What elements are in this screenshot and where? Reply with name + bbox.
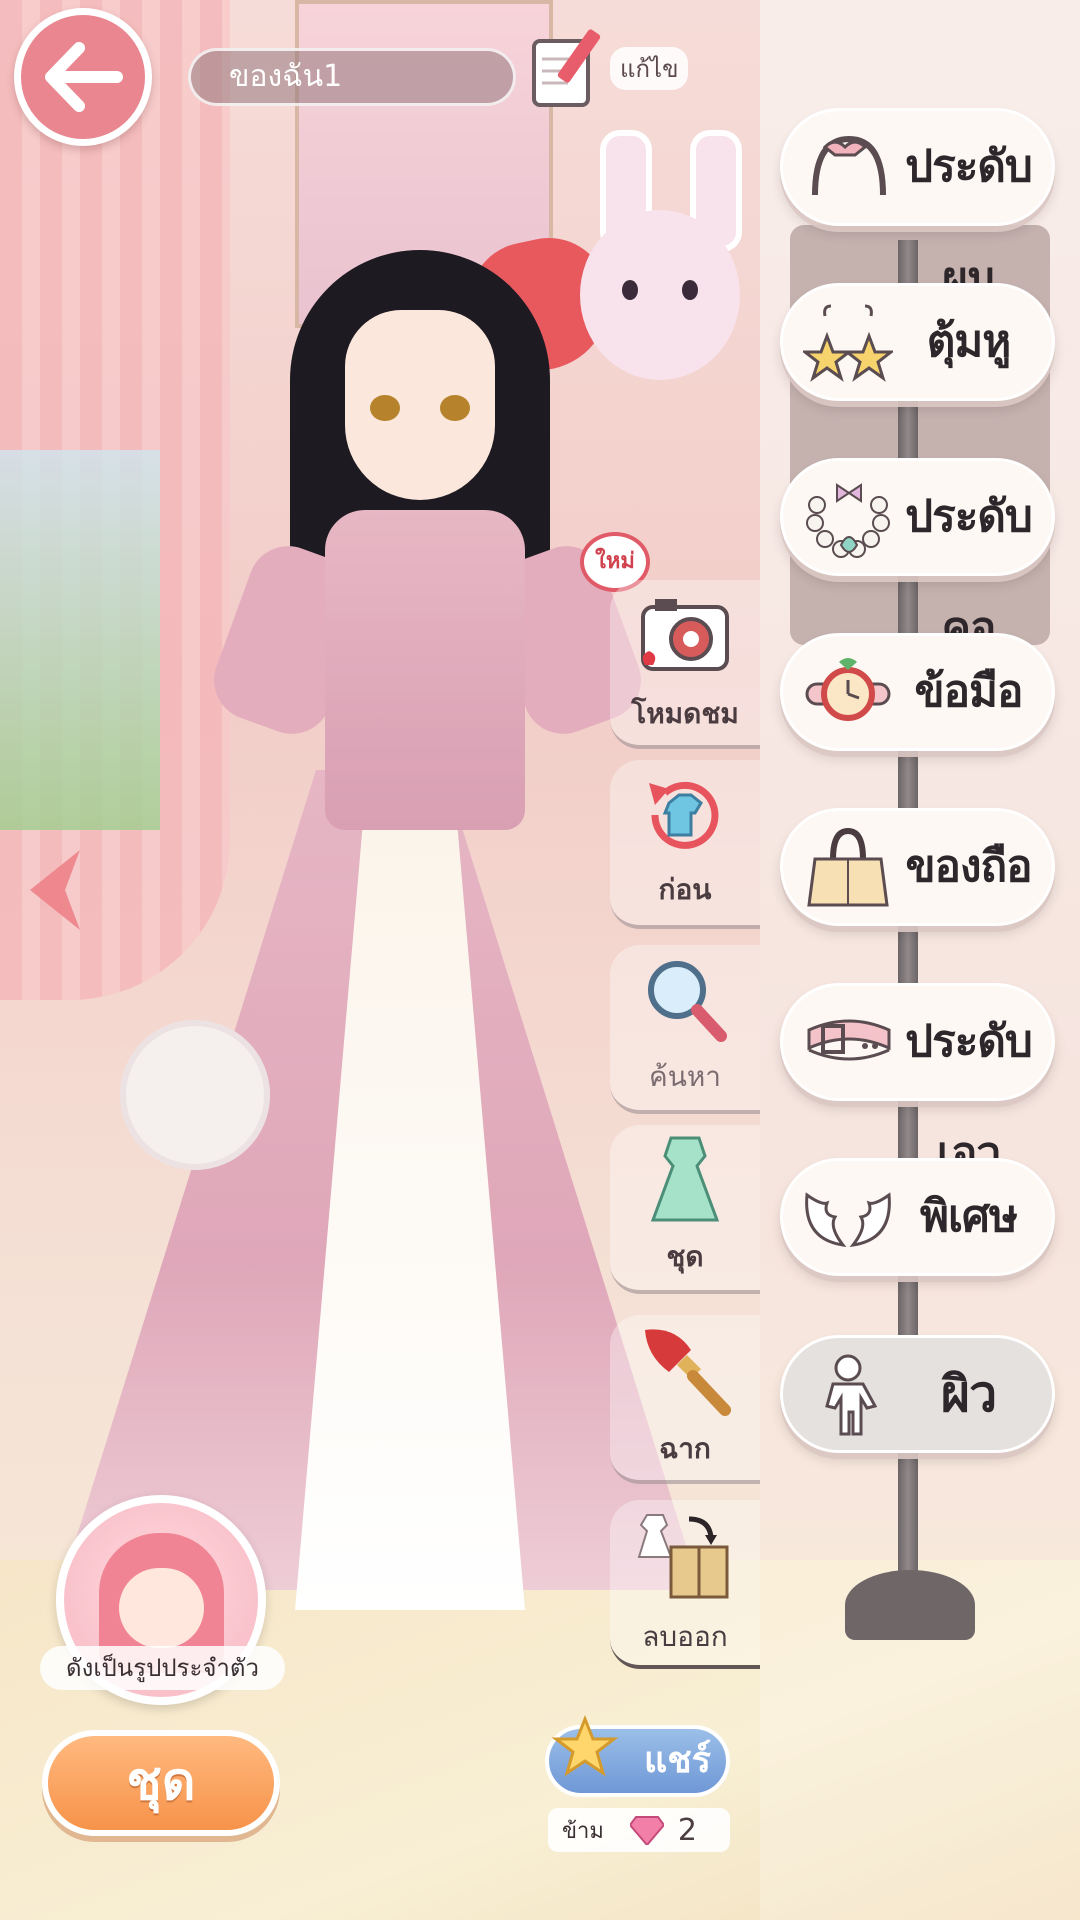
- category-hair-accessory-label: ประดับผม: [905, 141, 1033, 304]
- remove-all-button[interactable]: ลบออก: [610, 1500, 760, 1669]
- arrow-left-icon: [45, 42, 123, 112]
- belt-icon: [807, 1019, 891, 1061]
- back-button[interactable]: [14, 8, 152, 146]
- notepad-pencil-icon: [532, 29, 601, 107]
- character-face: [345, 310, 495, 500]
- handbag-icon: [807, 827, 889, 907]
- category-skin-label: ผิว: [940, 1365, 997, 1423]
- chevron-left-icon[interactable]: [20, 840, 90, 940]
- category-special-label: พิเศษ: [920, 1191, 1018, 1242]
- category-skin[interactable]: ผิว: [780, 1335, 1055, 1453]
- edit-label: แก้ไข: [610, 46, 689, 90]
- wings-icon: [805, 1192, 891, 1248]
- category-handheld-label: ของถือ: [905, 841, 1032, 892]
- background-scene-label: ฉาก: [659, 1432, 711, 1465]
- search-icon: [648, 961, 727, 1042]
- dressed-character[interactable]: [60, 250, 700, 1690]
- paintbrush-icon: [645, 1329, 731, 1416]
- dress-icon: [650, 1136, 720, 1222]
- category-wrist[interactable]: ข้อมือ: [780, 633, 1055, 751]
- view-mode-button[interactable]: โหมดชม: [610, 580, 760, 749]
- skip-cost-pill: ข้าม 2: [548, 1808, 730, 1852]
- gem-count: 2: [677, 1812, 697, 1848]
- background-scene-button[interactable]: ฉาก: [610, 1315, 760, 1484]
- set-as-avatar-label: ดังเป็นรูปประจำตัว: [40, 1646, 285, 1690]
- star-hand-icon: [551, 1715, 619, 1777]
- category-wrist-label: ข้อมือ: [914, 666, 1024, 717]
- diamond-icon: [629, 1816, 664, 1845]
- remove-to-box-icon: [637, 1514, 729, 1599]
- outfit-button[interactable]: ชุด: [42, 1730, 280, 1836]
- category-earrings-label: ตุ้มหู: [926, 316, 1012, 367]
- star-earrings-icon: [803, 304, 893, 382]
- category-earrings[interactable]: ตุ้มหู: [780, 283, 1055, 401]
- view-mode-label: โหมดชม: [631, 697, 739, 730]
- skip-label: ข้าม: [562, 1818, 604, 1844]
- character-eye: [370, 395, 400, 421]
- necklace-icon: [806, 483, 890, 558]
- category-hair-accessory[interactable]: ประดับผม: [780, 108, 1055, 304]
- previous-outfit-button[interactable]: ก่อน: [610, 760, 760, 929]
- category-necklace[interactable]: ประดับคอ: [780, 458, 1055, 654]
- category-waist-label: ประดับเอว: [905, 1016, 1033, 1179]
- undo-outfit-icon: [649, 781, 719, 849]
- category-handheld[interactable]: ของถือ: [780, 808, 1055, 926]
- outfit-set-button[interactable]: ชุด: [610, 1125, 760, 1294]
- category-special[interactable]: พิเศษ: [780, 1158, 1055, 1276]
- previous-outfit-label: ก่อน: [658, 873, 712, 906]
- outfit-name-field[interactable]: ของฉัน1: [188, 48, 516, 106]
- wrist-watch-icon: [805, 658, 891, 721]
- camera-icon: [641, 599, 729, 671]
- avatar-face: [119, 1568, 204, 1648]
- search-label: ค้นหา: [648, 1060, 722, 1093]
- headband-icon: [812, 135, 886, 196]
- edit-name-button[interactable]: แก้ไข: [528, 18, 698, 118]
- remove-all-label: ลบออก: [642, 1620, 728, 1653]
- body-mannequin-icon: [825, 1354, 878, 1436]
- category-waist[interactable]: ประดับเอว: [780, 983, 1055, 1179]
- character-eye: [440, 395, 470, 421]
- outfit-set-label: ชุด: [666, 1240, 704, 1273]
- category-necklace-label: ประดับคอ: [905, 491, 1033, 654]
- search-button[interactable]: ค้นหา: [610, 945, 760, 1114]
- character-bodice: [325, 510, 525, 830]
- sheep-handbag: [120, 1020, 270, 1170]
